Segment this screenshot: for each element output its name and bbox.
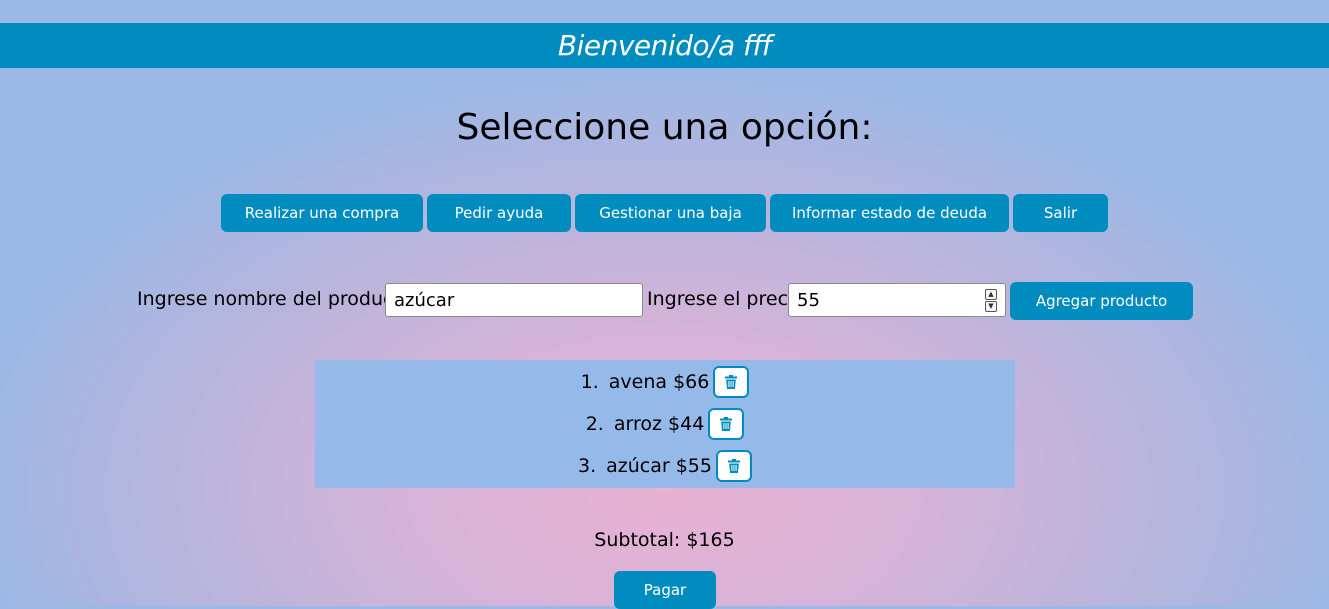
item-number: 1.: [580, 371, 599, 393]
delete-item-button[interactable]: [716, 450, 752, 482]
gestionar-baja-button[interactable]: Gestionar una baja: [575, 194, 766, 232]
header-bar: Bienvenido/a fff: [0, 23, 1329, 68]
item-number: 2.: [585, 413, 604, 435]
realizar-compra-button[interactable]: Realizar una compra: [221, 194, 423, 232]
price-spinner[interactable]: ▲ ▼: [985, 289, 997, 313]
product-name-input[interactable]: azúcar: [385, 283, 643, 317]
spinner-down-icon[interactable]: ▼: [985, 301, 997, 312]
item-number: 3.: [577, 455, 597, 477]
product-list: 1. avena $66 2. arroz $44 3. azúcar $55: [315, 360, 1015, 488]
list-item: 3. azúcar $55: [315, 445, 1015, 487]
list-item: 2. arroz $44: [315, 403, 1015, 445]
add-product-button[interactable]: Agregar producto: [1010, 282, 1193, 320]
price-label: Ingrese el precio: [647, 288, 805, 310]
price-input[interactable]: 55 ▲ ▼: [788, 283, 1006, 317]
delete-item-button[interactable]: [708, 408, 745, 440]
page-title: Seleccione una opción:: [456, 107, 873, 148]
trash-icon: [720, 417, 733, 431]
list-item: 1. avena $66: [315, 361, 1015, 403]
item-text: arroz $44: [613, 413, 705, 435]
informar-deuda-button[interactable]: Informar estado de deuda: [770, 194, 1009, 232]
pay-button[interactable]: Pagar: [614, 571, 716, 609]
trash-icon: [728, 459, 740, 473]
trash-icon: [725, 375, 738, 389]
pedir-ayuda-button[interactable]: Pedir ayuda: [427, 194, 571, 232]
spinner-up-icon[interactable]: ▲: [985, 289, 997, 300]
price-value: 55: [797, 289, 820, 311]
welcome-title: Bienvenido/a fff: [557, 29, 772, 62]
salir-button[interactable]: Salir: [1013, 194, 1108, 232]
item-text: avena $66: [608, 371, 710, 393]
product-name-label: Ingrese nombre del producto: [137, 288, 413, 310]
delete-item-button[interactable]: [713, 366, 750, 398]
item-text: azúcar $55: [606, 455, 712, 477]
subtotal: Subtotal: $165: [594, 529, 735, 551]
